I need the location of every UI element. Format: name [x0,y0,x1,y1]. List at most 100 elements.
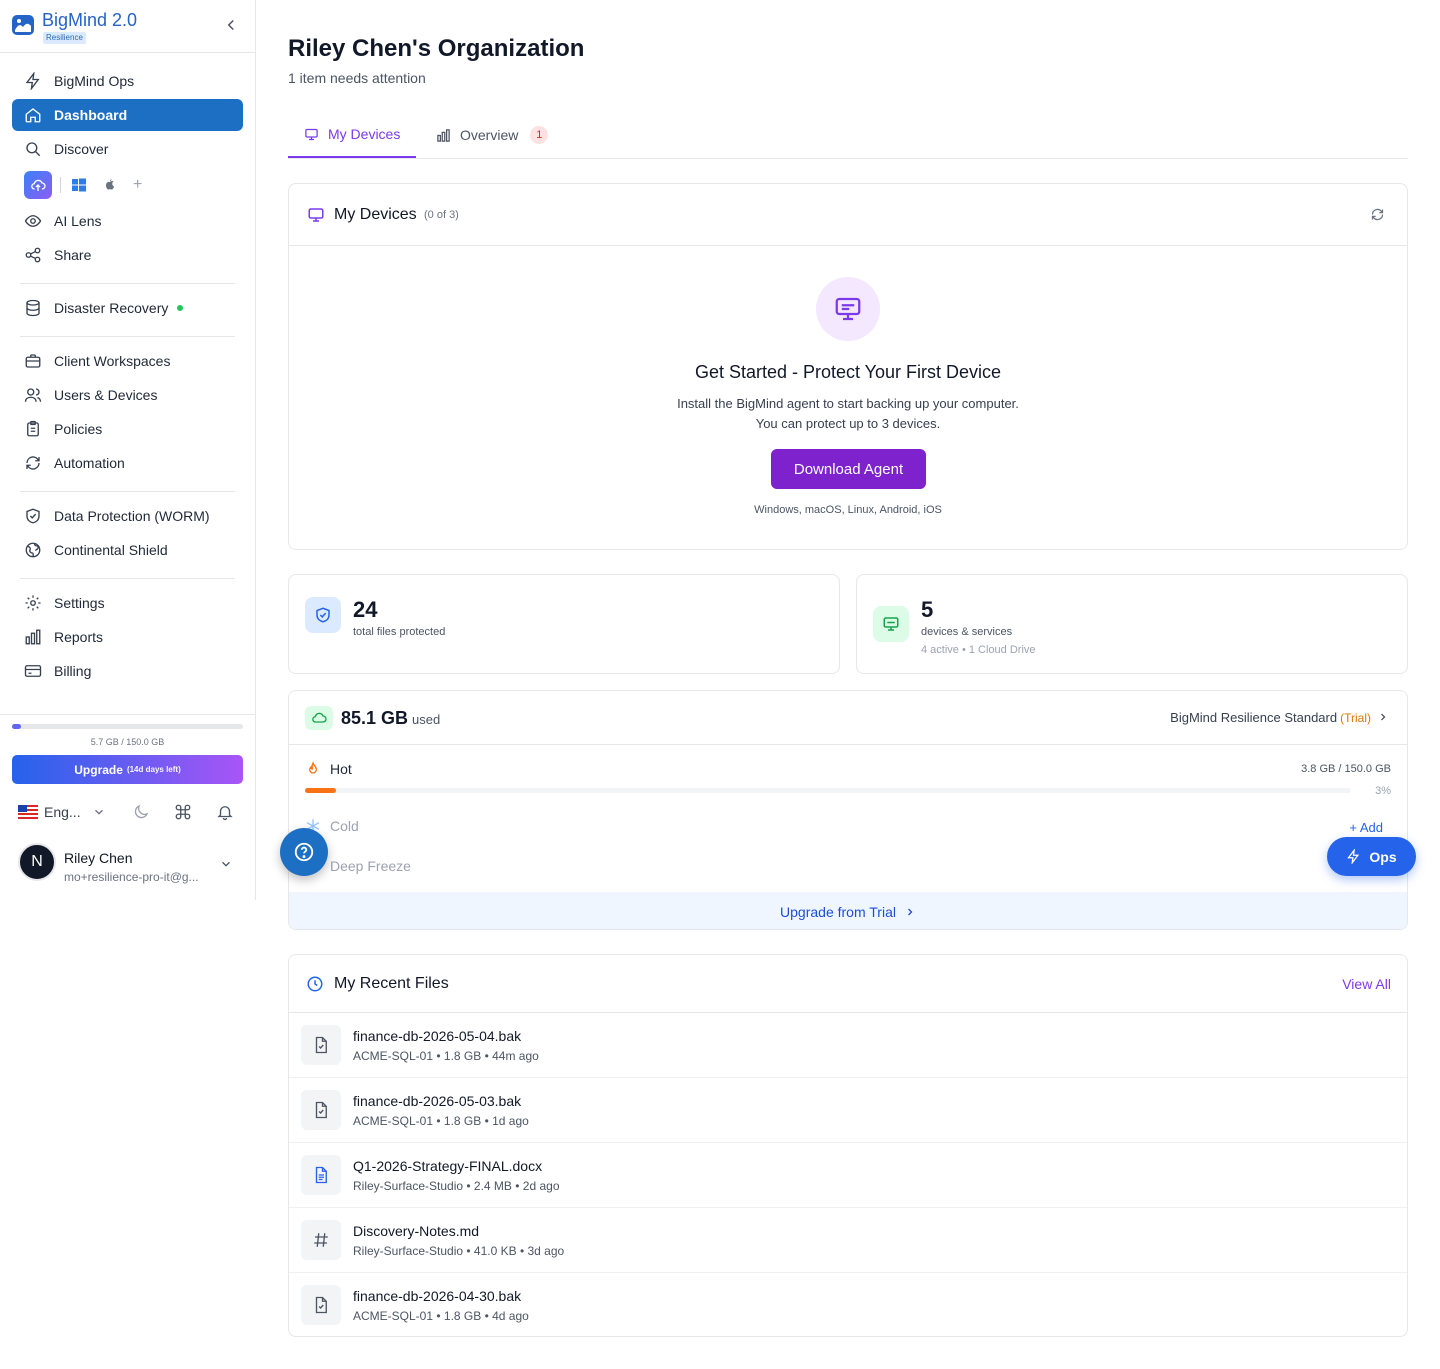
apple-icon[interactable] [102,177,118,193]
bigmind-logo-icon [12,15,34,35]
storage-used: 85.1 GB used [341,708,440,729]
tab-label: Overview [460,127,519,143]
devices-services-card: 5 devices & services 4 active • 1 Cloud … [856,574,1408,674]
language-selector[interactable]: Eng... [44,804,81,820]
tier-hot-value: 3.8 GB / 150.0 GB [1301,763,1391,775]
cloud-upload-button[interactable] [24,171,52,199]
tier-label: Hot [330,761,352,777]
user-menu[interactable]: N Riley Chen mo+resilience-pro-it@g... [18,841,243,885]
sidebar-item-bigmind-ops[interactable]: BigMind Ops [12,65,243,97]
list-item[interactable]: finance-db-2026-05-03.bak ACME-SQL-01 • … [289,1078,1407,1143]
upgrade-button[interactable]: Upgrade (14d days left) [12,755,243,784]
download-agent-button[interactable]: Download Agent [771,449,926,489]
list-item[interactable]: Discovery-Notes.md Riley-Surface-Studio … [289,1208,1407,1273]
sidebar-item-discover[interactable]: Discover [12,133,243,165]
bell-icon[interactable] [216,803,234,821]
add-tier-button[interactable]: + Add [1349,820,1383,835]
page-title: Riley Chen's Organization [288,35,585,62]
sidebar-item-label: Share [54,247,92,263]
sidebar-tools: Eng... [18,800,243,824]
lightning-icon [1347,849,1360,864]
sidebar-item-label: Discover [54,141,109,157]
sidebar-item-client-workspaces[interactable]: Client Workspaces [12,345,243,377]
sidebar-item-data-protection[interactable]: Data Protection (WORM) [12,500,243,532]
status-dot [177,305,184,311]
file-check-icon [315,1296,327,1314]
file-meta: Riley-Surface-Studio • 41.0 KB • 3d ago [353,1244,565,1258]
sidebar-item-label: Billing [54,663,92,679]
monitor-icon [305,128,318,140]
storage-header: 85.1 GB used BigMind Resilience Standard(… [289,691,1407,745]
plan-link[interactable]: BigMind Resilience Standard (Trial) [1170,710,1371,725]
empty-state-text: You can protect up to 3 devices. [755,416,941,431]
file-icon-box [301,1025,341,1065]
refresh-icon[interactable] [1370,207,1385,222]
monitor-icon [883,617,899,631]
list-item[interactable]: finance-db-2026-04-30.bak ACME-SQL-01 • … [289,1273,1407,1336]
sidebar-item-billing[interactable]: Billing [12,655,243,687]
tier-hot-fill [305,788,336,793]
share-icon [25,247,41,263]
view-all-link[interactable]: View All [1342,976,1391,992]
chevron-down-icon[interactable] [92,805,106,819]
help-circle-icon [294,842,314,862]
avatar: N [18,843,56,881]
card-title: My Recent Files [334,975,449,992]
sidebar-item-continental-shield[interactable]: Continental Shield [12,534,243,566]
storage-usage-text: 5.7 GB / 150.0 GB [90,737,165,747]
shield-check-icon [316,607,330,623]
ops-label: Ops [1369,848,1397,865]
search-icon [26,142,41,157]
sidebar-item-label: AI Lens [54,213,102,229]
sidebar-item-label: Dashboard [54,107,128,123]
sidebar-item-label: Client Workspaces [54,353,171,369]
empty-state-text: Install the BigMind agent to start backi… [677,396,1019,411]
device-count: (0 of 3) [424,209,459,221]
sidebar-divider [20,283,235,284]
bar-chart-icon [437,128,450,142]
upgrade-from-trial-link[interactable]: Upgrade from Trial [289,892,1407,929]
chevron-right-icon [908,908,913,915]
moon-icon[interactable] [132,803,150,821]
sidebar-item-users-devices[interactable]: Users & Devices [12,379,243,411]
page-subtitle: 1 item needs attention [288,70,426,86]
sidebar-item-automation[interactable]: Automation [12,447,243,479]
tier-label: Cold [330,818,359,834]
windows-icon[interactable] [71,177,87,193]
storage-icon [305,706,333,730]
sidebar-item-reports[interactable]: Reports [12,621,243,653]
list-item[interactable]: finance-db-2026-05-04.bak ACME-SQL-01 • … [289,1013,1407,1078]
ops-button[interactable]: Ops [1327,837,1416,876]
sidebar-item-label: Users & Devices [54,387,158,403]
sidebar-item-settings[interactable]: Settings [12,587,243,619]
tab-my-devices[interactable]: My Devices [288,112,416,158]
empty-state-title: Get Started - Protect Your First Device [694,362,1002,382]
collapse-sidebar-icon[interactable] [222,16,240,34]
sidebar-item-policies[interactable]: Policies [12,413,243,445]
cloud-upload-icon [31,179,46,191]
bar-chart-icon [25,629,41,645]
sidebar-item-disaster-recovery[interactable]: Disaster Recovery [12,292,243,324]
add-os-button[interactable]: + [133,176,142,194]
file-meta: ACME-SQL-01 • 1.8 GB • 44m ago [353,1049,539,1063]
file-check-icon [315,1036,327,1054]
sidebar-divider [0,714,255,715]
cloud-icon [312,712,327,723]
command-icon[interactable] [174,803,192,821]
stat-value: 5 [921,597,934,622]
refresh-cycle-icon [26,456,40,470]
file-icon-box [301,1155,341,1195]
tab-overview[interactable]: Overview 1 [436,112,549,158]
sidebar-item-dashboard[interactable]: Dashboard [12,99,243,131]
chevron-down-icon[interactable] [219,857,233,871]
brand-header: BigMind 2.0 Resilience [0,0,255,53]
chevron-right-icon[interactable] [1377,711,1389,723]
help-button[interactable] [280,828,328,876]
sidebar-item-label: Automation [54,455,125,471]
stat-label: devices & services [921,626,1013,638]
sidebar-item-ai-lens[interactable]: AI Lens [12,205,243,237]
list-item[interactable]: Q1-2026-Strategy-FINAL.docx Riley-Surfac… [289,1143,1407,1208]
sidebar-item-share[interactable]: Share [12,239,243,271]
upgrade-label: Upgrade [74,762,123,777]
stat-icon [873,606,909,642]
